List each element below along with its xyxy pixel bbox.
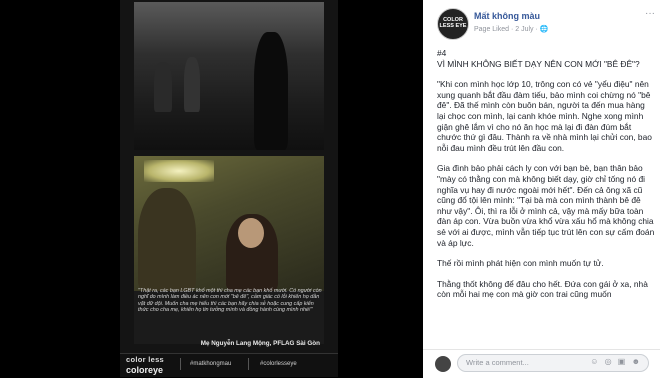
more-options-icon[interactable]: ··· [645, 8, 655, 19]
post-header: COLOR LESS EYE Mất không màu Page Liked … [423, 0, 660, 46]
background-figure [184, 57, 200, 112]
post-meta: Page Liked · 2 July · 🌐 [474, 25, 548, 33]
post-paragraph: Thế rồi mình phát hiện con mình muốn tự … [437, 258, 604, 269]
post-paragraph: "Khi con mình học lớp 10, trông con có v… [437, 79, 652, 153]
post-heading: #4 VÌ MÌNH KHÔNG BIẾT DẠY NÊN CON MỚI "B… [437, 48, 640, 69]
avatar-text: COLOR LESS EYE [439, 17, 467, 29]
hashtag: #colorlesseye [260, 361, 297, 367]
post-meta-text: Page Liked · 2 July · [474, 26, 540, 33]
photo-viewer-backdrop: "Thật ra, các bạn LGBT khổ một thì cha m… [0, 0, 423, 377]
post-panel: COLOR LESS EYE Mất không màu Page Liked … [423, 0, 660, 378]
ceiling-lamp [144, 160, 214, 182]
comment-input[interactable]: Write a comment... ☺ ◎ ▣ ☻ [457, 354, 649, 372]
comment-placeholder: Write a comment... [466, 358, 529, 367]
hashtag: #matkhongmau [190, 361, 232, 367]
speaker-face [238, 218, 264, 248]
poster-quote: "Thật ra, các bạn LGBT khổ một thì cha m… [138, 288, 322, 314]
page-avatar[interactable]: COLOR LESS EYE [437, 8, 469, 40]
colorless-eye-logo-sub: coloreye [126, 365, 164, 375]
poster-image[interactable]: "Thật ra, các bạn LGBT khổ một thì cha m… [120, 0, 338, 377]
poster-photo-top [134, 2, 324, 150]
background-figure [154, 62, 172, 112]
poster-photo-bottom [134, 156, 324, 291]
user-avatar [435, 356, 451, 372]
page-name-link[interactable]: Mất không màu [474, 11, 540, 21]
divider [248, 358, 249, 370]
comment-emoji-icons[interactable]: ☺ ◎ ▣ ☻ [590, 357, 642, 366]
post-paragraph: Gia đình bảo phải cách ly con với bạn bè… [437, 163, 655, 248]
post-content: #4 VÌ MÌNH KHÔNG BIẾT DẠY NÊN CON MỚI "B… [437, 48, 655, 300]
divider [180, 358, 181, 370]
person-back [138, 188, 196, 291]
silhouette-figure [254, 32, 288, 150]
post-paragraph: Thằng thốt không để đâu cho hết. Đứa con… [437, 278, 648, 300]
colorless-eye-logo: color less [126, 355, 165, 364]
globe-icon: 🌐 [539, 26, 549, 33]
poster-author: Mẹ Nguyễn Lang Mộng, PFLAG Sài Gòn [200, 340, 320, 347]
